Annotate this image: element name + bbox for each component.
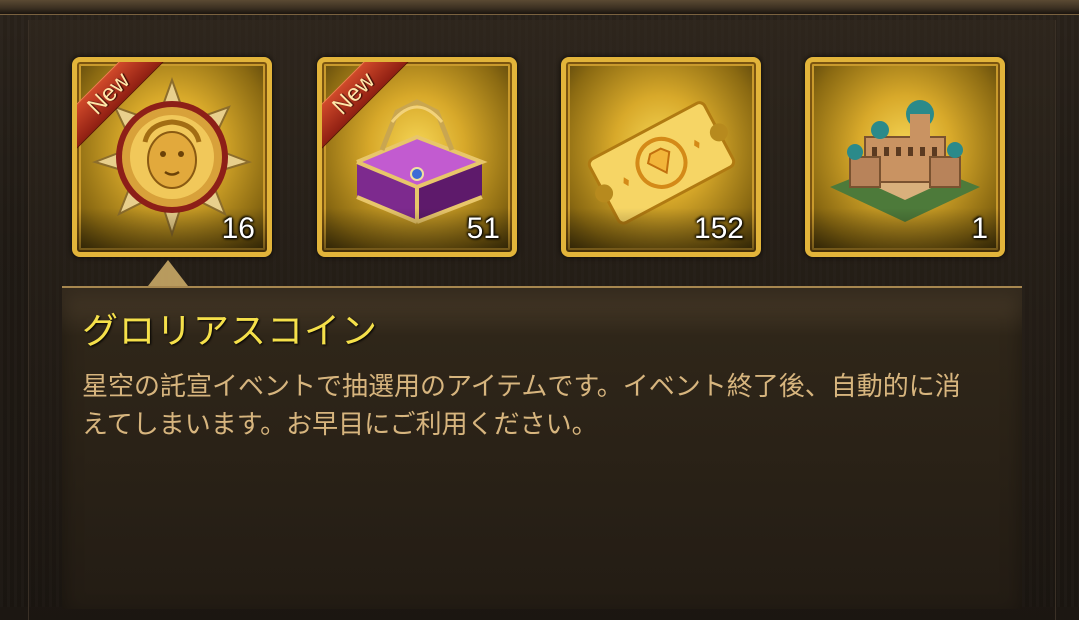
item-slot-palace[interactable]: 1 — [805, 57, 1005, 257]
dialog-top-border — [0, 0, 1079, 15]
item-count: 1 — [971, 212, 988, 245]
item-count: 152 — [693, 212, 744, 245]
item-count: 16 — [221, 212, 255, 245]
item-count: 51 — [466, 212, 500, 245]
item-description-panel: グロリアスコイン 星空の託宣イベントで抽選用のアイテムです。イベント終了後、自動… — [62, 286, 1022, 609]
selection-pointer — [148, 260, 188, 286]
item-description: 星空の託宣イベントで抽選用のアイテムです。イベント終了後、自動的に消えてしまいま… — [82, 372, 961, 440]
item-title: グロリアスコイン — [82, 311, 379, 352]
item-slot-treasure-chest[interactable]: New 51 — [317, 57, 517, 257]
item-dialog: New 16 New 51 152 1 グロリアスコイン 星空の託宣イベントで抽… — [0, 0, 1079, 620]
item-row: New 16 New 51 152 1 — [72, 57, 1012, 257]
item-slot-diamond-ticket[interactable]: 152 — [561, 57, 761, 257]
item-slot-gloria-coin[interactable]: New 16 — [72, 57, 272, 257]
